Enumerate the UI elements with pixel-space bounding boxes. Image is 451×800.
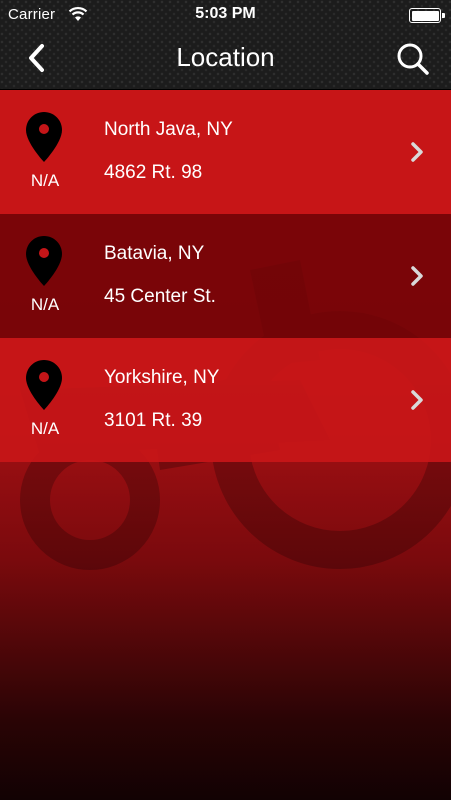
header-bar: Carrier 5:03 PM Location [0, 0, 451, 90]
location-street: 4862 Rt. 98 [104, 162, 203, 183]
search-button[interactable] [393, 40, 433, 80]
chevron-right-icon [411, 142, 423, 162]
map-pin-icon [26, 236, 62, 286]
location-city: North Java, NY [104, 119, 233, 140]
status-time: 5:03 PM [195, 5, 256, 22]
distance-label: N/A [30, 295, 60, 314]
location-list: N/A North Java, NY 4862 Rt. 98 N/A Batav… [0, 90, 451, 462]
map-pin-icon [26, 112, 62, 162]
location-row-batavia[interactable]: N/A Batavia, NY 45 Center St. [0, 214, 451, 338]
chevron-right-icon [411, 390, 423, 410]
chevron-right-icon [411, 266, 423, 286]
battery-icon [409, 8, 445, 23]
status-bar: Carrier 5:03 PM [0, 0, 451, 30]
search-icon [397, 43, 429, 75]
navigation-bar: Location [0, 30, 451, 90]
location-street: 3101 Rt. 39 [104, 410, 203, 431]
app-screen: Carrier 5:03 PM Location N/A North Java,… [0, 0, 451, 800]
location-row-north-java[interactable]: N/A North Java, NY 4862 Rt. 98 [0, 90, 451, 214]
location-city: Yorkshire, NY [104, 367, 220, 388]
location-street: 45 Center St. [104, 286, 216, 307]
distance-label: N/A [30, 171, 60, 190]
page-title: Location [176, 42, 275, 72]
distance-label: N/A [30, 419, 60, 438]
location-row-yorkshire[interactable]: N/A Yorkshire, NY 3101 Rt. 39 [0, 338, 451, 462]
map-pin-icon [26, 360, 62, 410]
location-city: Batavia, NY [104, 243, 205, 264]
